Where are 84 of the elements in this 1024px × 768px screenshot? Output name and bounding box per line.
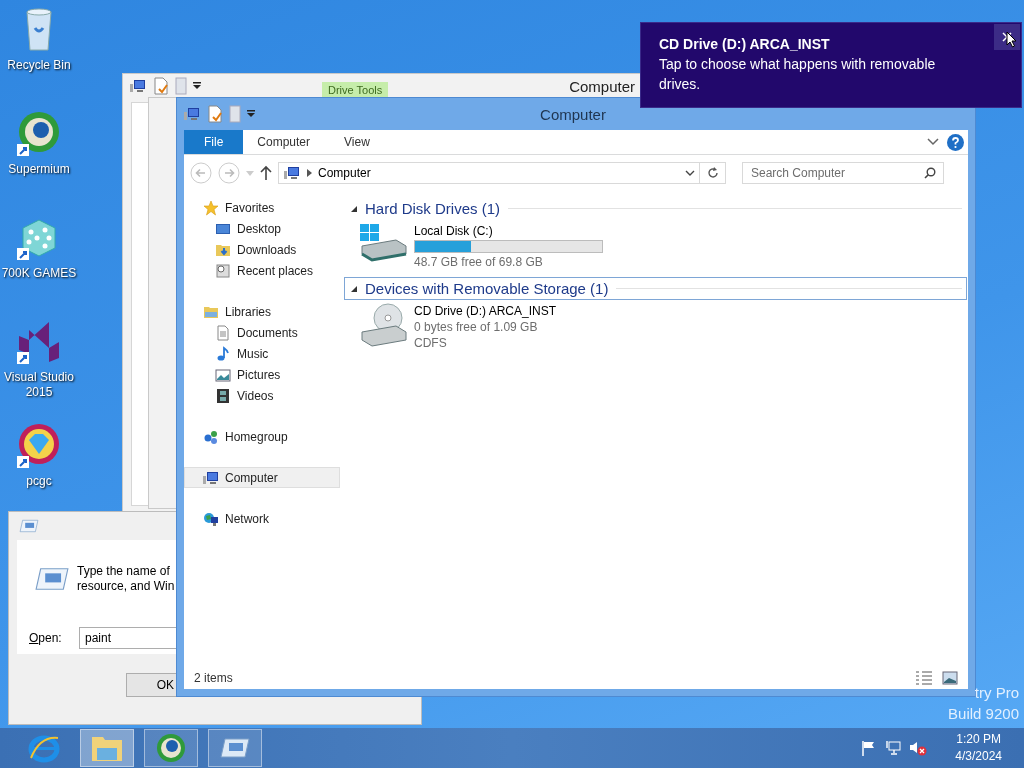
network-icon[interactable] xyxy=(885,740,902,756)
properties-icon[interactable] xyxy=(153,77,169,95)
nav-item[interactable]: Homegroup xyxy=(184,426,340,447)
desktop-build-text: Build 9200 xyxy=(948,705,1019,722)
nav-item[interactable]: Libraries xyxy=(184,301,340,322)
group-title: Devices with Removable Storage (1) xyxy=(365,280,609,297)
notification-toast[interactable]: CD Drive (D:) ARCA_INST Tap to choose what happens with removable drives. xyxy=(640,22,1022,108)
window-title: Computer xyxy=(539,106,607,123)
group-title: Hard Disk Drives (1) xyxy=(365,200,500,217)
help-icon[interactable] xyxy=(947,133,964,151)
computer-icon xyxy=(129,78,147,94)
refresh-icon xyxy=(706,167,719,179)
nav-item[interactable]: Desktop xyxy=(184,218,340,239)
run-window-icon xyxy=(220,737,250,759)
ribbon-tab[interactable]: Computer xyxy=(243,130,325,154)
collapse-triangle-icon xyxy=(351,205,357,212)
nav-item[interactable]: Documents xyxy=(184,322,340,343)
clock-time[interactable]: 1:20 PM xyxy=(956,731,1001,748)
item-count: 2 items xyxy=(194,671,233,685)
hard-drive-icon xyxy=(358,222,408,262)
ribbon-tab[interactable]: File xyxy=(184,130,244,154)
ribbon-tab[interactable]: View xyxy=(330,130,384,154)
nav-item[interactable]: Computer xyxy=(184,467,340,488)
nav-item[interactable]: Recent places xyxy=(184,260,340,281)
toast-message: Tap to choose what happens with removable drives. xyxy=(659,55,937,94)
people-icon xyxy=(203,428,219,445)
group-header[interactable]: Hard Disk Drives (1) xyxy=(344,197,967,220)
run-window-icon xyxy=(35,566,69,592)
desktop-icon-label[interactable]: Supermium xyxy=(0,162,78,177)
nav-item[interactable]: Pictures xyxy=(184,364,340,385)
close-icon xyxy=(1002,32,1012,42)
run-window-icon xyxy=(19,519,39,533)
mouse-cursor-icon xyxy=(1006,31,1017,48)
desktop-build-text: try Pro xyxy=(974,684,1019,701)
drive-name[interactable]: Local Disk (C:) xyxy=(414,224,603,238)
nav-item[interactable]: Videos xyxy=(184,385,340,406)
drive-detail: 0 bytes free of 1.09 GB xyxy=(414,320,539,334)
toast-title: CD Drive (D:) ARCA_INST xyxy=(659,36,831,52)
search-icon xyxy=(924,167,936,179)
address-bar[interactable]: Computer xyxy=(278,162,700,184)
music-note-icon xyxy=(215,345,231,362)
refresh-button[interactable] xyxy=(700,162,726,184)
disc-drive-icon xyxy=(358,302,408,348)
taskbar-button[interactable] xyxy=(144,729,198,767)
taskbar-button[interactable] xyxy=(208,729,262,767)
globe-icon xyxy=(203,510,219,527)
search-field[interactable]: Search Computer xyxy=(742,162,944,184)
open-field[interactable]: paint xyxy=(79,626,176,649)
dropdown-icon[interactable] xyxy=(247,110,255,118)
desktop-icon-label[interactable]: Recycle Bin xyxy=(0,58,78,73)
ok-button[interactable]: OK xyxy=(126,673,176,697)
clock-date[interactable]: 4/3/2024 xyxy=(955,748,1002,765)
address-text: Computer xyxy=(318,166,372,180)
properties-icon[interactable] xyxy=(207,105,223,123)
star-icon xyxy=(203,199,219,216)
nav-item[interactable]: Music xyxy=(184,343,340,364)
picture-icon xyxy=(215,366,231,383)
drive-name[interactable]: CD Drive (D:) ARCA_INST xyxy=(414,304,556,318)
dropdown-icon[interactable] xyxy=(193,82,201,90)
computer-icon xyxy=(203,469,219,486)
nav-item[interactable]: Favorites xyxy=(184,197,340,218)
film-icon xyxy=(215,387,231,404)
document-icon xyxy=(215,324,231,341)
nav-item[interactable]: Network xyxy=(184,508,340,529)
context-tab[interactable]: Drive Tools xyxy=(322,82,389,97)
up-arrow-icon[interactable] xyxy=(260,165,272,181)
details-view-icon[interactable] xyxy=(916,671,932,685)
group-header[interactable]: Devices with Removable Storage (1) xyxy=(344,277,967,300)
open-label: Open: xyxy=(29,630,63,645)
nav-item[interactable]: Downloads xyxy=(184,239,340,260)
large-icons-view-icon[interactable] xyxy=(942,671,958,685)
chevron-right-icon xyxy=(307,169,312,177)
computer-icon xyxy=(283,165,301,181)
dialog-text-line: resource, and Win xyxy=(77,579,176,594)
drive-detail: 48.7 GB free of 69.8 GB xyxy=(414,255,544,269)
chevron-icon[interactable] xyxy=(927,138,939,146)
chevron-down-icon[interactable] xyxy=(685,170,695,176)
muted-speaker-icon[interactable] xyxy=(909,740,928,756)
computer-icon xyxy=(183,106,201,122)
window-title: Computer xyxy=(569,77,635,95)
dialog-text-line: Type the name of xyxy=(77,564,171,579)
collapse-triangle-icon xyxy=(351,285,357,292)
drive-detail: CDFS xyxy=(414,336,448,350)
globe-icon xyxy=(156,733,186,763)
